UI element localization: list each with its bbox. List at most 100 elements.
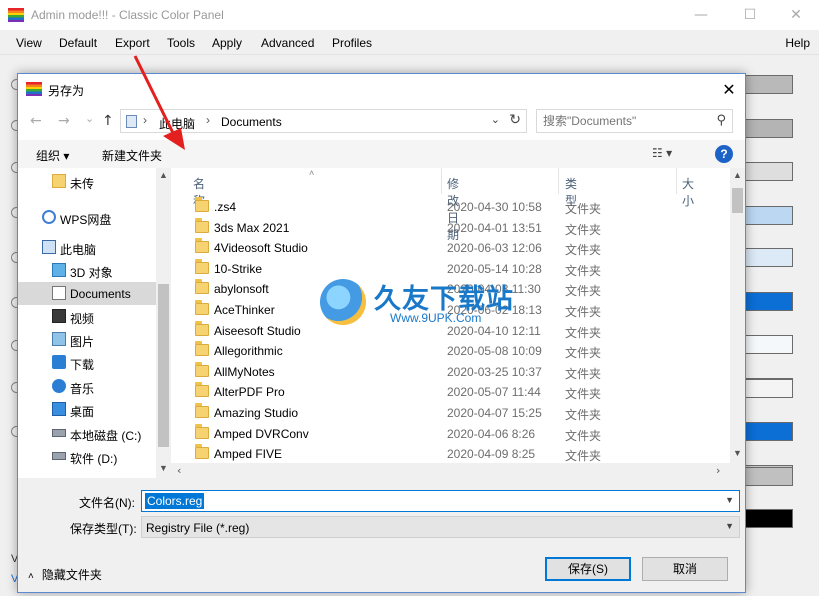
nav-item[interactable]: 音乐 [18,375,156,398]
desktop-icon [52,402,66,416]
file-date: 2020-04-09 8:25 [447,447,536,462]
dialog-close-button[interactable]: ✕ [717,78,741,100]
file-type: 文件夹 [565,222,602,237]
nav-item-label: 视频 [70,312,95,326]
scroll-left-icon[interactable]: ‹ [177,464,181,477]
search-icon[interactable]: ⚲ [716,113,726,128]
nav-item-label: 未传 [70,177,95,191]
menu-help[interactable]: Help [785,36,810,50]
scroll-up-icon[interactable]: ▲ [159,170,168,180]
main-title-bar: Admin mode!!! - Classic Color Panel — ☐ … [0,0,819,30]
menu-default[interactable]: Default [59,36,97,50]
color-swatch[interactable] [745,206,793,225]
nav-item[interactable]: 此电脑 [18,236,156,259]
new-folder-button[interactable]: 新建文件夹 [102,147,162,164]
filename-value[interactable]: Colors.reg [145,493,205,509]
nav-item[interactable]: 图片 [18,328,156,351]
file-row[interactable]: .zs4 2020-04-30 10:58 文件夹 [171,196,731,217]
nav-scrollbar[interactable]: ▲ ▼ [156,168,171,478]
nav-item[interactable]: 未传 [18,170,156,193]
search-input[interactable] [543,114,703,128]
color-swatch[interactable] [745,248,793,267]
menu-profiles[interactable]: Profiles [332,36,372,50]
back-arrow-icon[interactable]: ← [30,113,42,129]
nav-item[interactable]: 视频 [18,305,156,328]
column-divider[interactable] [558,168,559,194]
filename-input[interactable]: Colors.reg ▼ [141,490,740,512]
scroll-up-icon[interactable]: ▲ [733,170,742,180]
filetype-select[interactable]: Registry File (*.reg) ▼ [141,516,740,538]
nav-item[interactable]: 3D 对象 [18,259,156,282]
menu-tools[interactable]: Tools [167,36,195,50]
file-row[interactable]: 10-Strike 2020-05-14 10:28 文件夹 [171,258,731,279]
forward-arrow-icon[interactable]: → [58,113,70,129]
nav-item-label: 本地磁盘 (C:) [70,429,142,443]
color-swatch[interactable] [745,335,793,354]
minimize-button[interactable]: — [678,0,724,30]
nav-item-label: Documents [70,287,131,301]
column-divider[interactable] [441,168,442,194]
chevron-down-icon[interactable]: ⌄ [491,113,500,126]
color-swatch[interactable] [745,162,793,181]
refresh-icon[interactable]: ↻ [509,112,521,128]
breadcrumb-this-pc[interactable]: 此电脑 [159,115,195,132]
chevron-down-icon[interactable]: ▼ [725,495,734,505]
nav-item[interactable]: 下载 [18,351,156,374]
address-bar[interactable]: › 此电脑 › Documents ⌄ ↻ [120,109,527,133]
menu-advanced[interactable]: Advanced [261,36,314,50]
filetype-value[interactable]: Registry File (*.reg) [146,521,249,535]
scroll-down-icon[interactable]: ▼ [159,463,168,473]
color-swatch[interactable] [745,422,793,441]
nav-item[interactable]: 桌面 [18,398,156,421]
nav-item[interactable]: 本地磁盘 (C:) [18,422,156,445]
organize-button[interactable]: 组织 ▾ [36,147,69,164]
color-swatch[interactable] [745,292,793,311]
file-row[interactable]: Amped DVRConv 2020-04-06 8:26 文件夹 [171,423,731,444]
hide-folders-toggle[interactable]: ˄ 隐藏文件夹 [28,566,102,583]
color-swatch[interactable] [745,379,793,398]
nav-item[interactable]: WPS网盘 [18,206,156,229]
file-row[interactable]: AlterPDF Pro 2020-05-07 11:44 文件夹 [171,381,731,402]
file-row[interactable]: 3ds Max 2021 2020-04-01 13:51 文件夹 [171,217,731,238]
scroll-right-icon[interactable]: › [716,464,720,477]
color-swatch[interactable] [745,509,793,528]
file-type: 文件夹 [565,428,602,443]
file-row[interactable]: Amped FIVE 2020-04-09 8:25 文件夹 [171,443,731,464]
scroll-down-icon[interactable]: ▼ [733,448,742,458]
close-button[interactable]: ✕ [773,0,819,30]
breadcrumb-documents[interactable]: Documents [221,115,282,129]
recent-locations-icon[interactable]: ⌄ [85,112,94,125]
view-options-icon[interactable]: ☷ ▾ [652,146,672,160]
menu-apply[interactable]: Apply [212,36,242,50]
breadcrumb-separator: › [206,113,210,127]
file-type: 文件夹 [565,387,602,402]
file-row[interactable]: Amazing Studio 2020-04-07 15:25 文件夹 [171,402,731,423]
menu-view[interactable]: View [16,36,42,50]
color-swatch[interactable] [745,467,793,486]
horizontal-scrollbar[interactable]: ‹ › [171,463,745,478]
search-box[interactable]: ⚲ [536,109,733,133]
color-swatch[interactable] [745,119,793,138]
save-button[interactable]: 保存(S) [545,557,631,581]
menu-export[interactable]: Export [115,36,150,50]
cancel-button[interactable]: 取消 [642,557,728,581]
file-name: 4Videosoft Studio [214,241,308,256]
file-row[interactable]: AllMyNotes 2020-03-25 10:37 文件夹 [171,361,731,382]
menu-bar: View Default Export Tools Apply Advanced… [0,30,819,55]
chevron-down-icon[interactable]: ▼ [725,521,734,531]
nav-item[interactable]: Documents [18,282,156,305]
nav-scroll-thumb[interactable] [158,284,169,447]
sort-ascending-icon: ˄ [309,168,315,178]
up-arrow-icon[interactable]: ↑ [102,113,114,129]
column-divider[interactable] [676,168,677,194]
file-scroll-thumb[interactable] [732,188,743,213]
folder-icon [195,197,209,212]
nav-item[interactable]: 软件 (D:) [18,445,156,468]
file-row[interactable]: 4Videosoft Studio 2020-06-03 12:06 文件夹 [171,237,731,258]
file-scrollbar[interactable]: ▲ ▼ [730,168,745,463]
help-icon[interactable]: ? [715,145,733,163]
color-swatch[interactable] [745,75,793,94]
nav-item-label: WPS网盘 [60,213,112,227]
folder-icon [195,279,209,295]
maximize-button[interactable]: ☐ [727,0,773,30]
